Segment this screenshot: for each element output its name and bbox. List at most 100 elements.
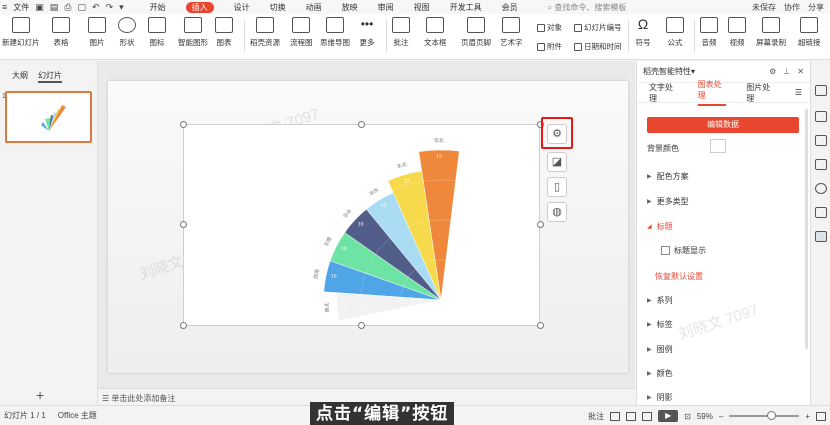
textbox-button[interactable]: 文本框	[424, 17, 447, 48]
redo-icon[interactable]: ↷	[106, 2, 114, 13]
chart-tool-icon[interactable]	[815, 231, 827, 242]
fit-window-icon[interactable]	[816, 411, 826, 421]
symbol-button[interactable]: Ω 符号	[634, 17, 652, 48]
shape-button[interactable]: 形状	[118, 17, 136, 48]
resize-handle[interactable]	[537, 221, 544, 228]
edit-data-button[interactable]: 编辑数据	[647, 117, 799, 133]
section-shadow[interactable]: ▶ 阴影	[647, 392, 673, 403]
help-icon[interactable]	[815, 183, 827, 194]
hamburger-icon[interactable]: ☰	[795, 88, 810, 97]
chart-idea-button[interactable]: ◍	[547, 202, 567, 222]
comment-button[interactable]: 批注	[392, 17, 410, 48]
docer-resource-button[interactable]: 稻壳资源	[250, 17, 280, 48]
picture-icon[interactable]	[815, 207, 827, 218]
reset-default-link[interactable]: 恢复默认设置	[655, 271, 703, 282]
tab-outline[interactable]: 大纲	[12, 70, 28, 83]
resize-handle[interactable]	[358, 121, 365, 128]
panel-title[interactable]: 稻壳智能特性	[643, 66, 691, 77]
chart-style-button[interactable]: ◪	[547, 152, 567, 172]
shape-format-icon[interactable]	[815, 159, 827, 170]
tab-member[interactable]: 会员	[502, 2, 518, 13]
save-icon[interactable]: ▣	[35, 2, 44, 13]
resize-handle[interactable]	[180, 322, 187, 329]
resize-handle[interactable]	[180, 221, 187, 228]
command-search[interactable]: ⌕ 查找命令、搜索模板	[548, 2, 627, 13]
slide-number-button[interactable]: 幻灯片编号	[574, 22, 622, 33]
close-icon[interactable]: ✕	[797, 67, 804, 76]
tab-start[interactable]: 开始	[150, 2, 166, 13]
flowchart-button[interactable]: 流程图	[290, 17, 313, 48]
tab-design[interactable]: 设计	[234, 2, 250, 13]
more-button[interactable]: ••• 更多	[358, 17, 376, 48]
section-more-types[interactable]: ▶ 更多类型	[647, 196, 689, 207]
zoom-in-icon[interactable]: +	[805, 412, 810, 421]
search-input[interactable]: 查找命令、搜索模板	[554, 3, 626, 12]
header-footer-button[interactable]: 页眉页脚	[461, 17, 491, 48]
section-color-scheme[interactable]: ▶ 配色方案	[647, 171, 689, 182]
show-title-checkbox[interactable]	[661, 246, 670, 255]
icon-button[interactable]: 图标	[148, 17, 166, 48]
pin-icon[interactable]: ⊥	[783, 67, 790, 76]
datetime-button[interactable]: 日期和时间	[574, 41, 622, 52]
notes-placeholder[interactable]: 单击此处添加备注	[111, 394, 175, 403]
file-menu[interactable]: 文件	[13, 2, 29, 13]
chevron-down-icon[interactable]: ▾	[691, 67, 695, 76]
menu-icon[interactable]: ≡	[2, 2, 7, 12]
section-color[interactable]: ▶ 颜色	[647, 368, 673, 379]
audio-button[interactable]: 音频	[700, 17, 718, 48]
tab-image-processing[interactable]: 图片处理	[746, 82, 775, 104]
tab-chart-processing[interactable]: 图表处理	[697, 79, 727, 106]
sorter-view-icon[interactable]	[626, 411, 637, 421]
new-slide-button[interactable]: 新建幻灯片	[2, 17, 40, 48]
section-series[interactable]: ▶ 系列	[647, 295, 673, 306]
reading-view-icon[interactable]	[642, 411, 653, 421]
zoom-out-icon[interactable]: –	[719, 412, 723, 421]
hyperlink-button[interactable]: 超链接	[798, 17, 821, 48]
show-title-option[interactable]: 标题显示	[661, 245, 706, 256]
tab-text-processing[interactable]: 文字处理	[649, 82, 678, 104]
zoom-level[interactable]: 59%	[697, 412, 713, 421]
chart-button[interactable]: 图表	[215, 17, 233, 48]
picture-button[interactable]: 图片	[88, 17, 106, 48]
attachment-button[interactable]: 附件	[537, 41, 562, 52]
tab-animation[interactable]: 动画	[306, 2, 322, 13]
settings-icon[interactable]: ⚙	[769, 67, 776, 76]
dropdown-icon[interactable]: ▾	[119, 2, 124, 13]
print-icon[interactable]: ⎙	[64, 2, 71, 13]
tab-slideshow[interactable]: 放映	[342, 2, 358, 13]
star-icon[interactable]	[815, 135, 827, 146]
section-title[interactable]: ◢ 标题	[647, 221, 673, 232]
undo-icon[interactable]: ↶	[92, 2, 100, 13]
zoom-slider[interactable]	[729, 411, 800, 420]
resize-handle[interactable]	[180, 121, 187, 128]
fit-icon[interactable]: ⊡	[684, 412, 691, 421]
share-button[interactable]: 分享	[808, 2, 824, 13]
slide-thumbnail[interactable]: 1	[2, 91, 92, 143]
chart-filter-button[interactable]: ▯	[547, 177, 567, 197]
object-button[interactable]: 对象	[537, 22, 562, 33]
video-button[interactable]: 视频	[728, 17, 746, 48]
tab-transition[interactable]: 切换	[270, 2, 286, 13]
resize-handle[interactable]	[358, 322, 365, 329]
screen-record-button[interactable]: 屏幕录制	[756, 17, 786, 48]
panel-scrollbar[interactable]	[805, 109, 808, 349]
mindmap-button[interactable]: 思维导图	[320, 17, 350, 48]
zoom-knob[interactable]	[766, 411, 776, 420]
smart-feature-icon[interactable]	[815, 85, 827, 96]
tab-review[interactable]: 审阅	[378, 2, 394, 13]
resize-handle[interactable]	[537, 322, 544, 329]
open-icon[interactable]: ▤	[50, 2, 59, 13]
tab-slides[interactable]: 幻灯片	[38, 70, 62, 83]
smartart-button[interactable]: 智能图形	[178, 17, 208, 48]
comment-toggle[interactable]: 批注	[588, 411, 604, 422]
add-slide-icon[interactable]: +	[36, 387, 44, 403]
tab-insert[interactable]: 插入	[185, 1, 214, 13]
normal-view-icon[interactable]	[610, 411, 621, 421]
tab-developer[interactable]: 开发工具	[450, 2, 482, 13]
tab-view[interactable]: 视图	[414, 2, 430, 13]
sliders-icon[interactable]	[815, 111, 827, 122]
bg-color-swatch[interactable]	[710, 139, 726, 153]
section-labels[interactable]: ▶ 标签	[647, 319, 673, 330]
chart-object[interactable]: 华北 15 东北 12 华东 10 华中 10 华南 10 西南 10 西北 8	[183, 124, 540, 326]
theme-name[interactable]: Office 主题	[58, 410, 97, 421]
